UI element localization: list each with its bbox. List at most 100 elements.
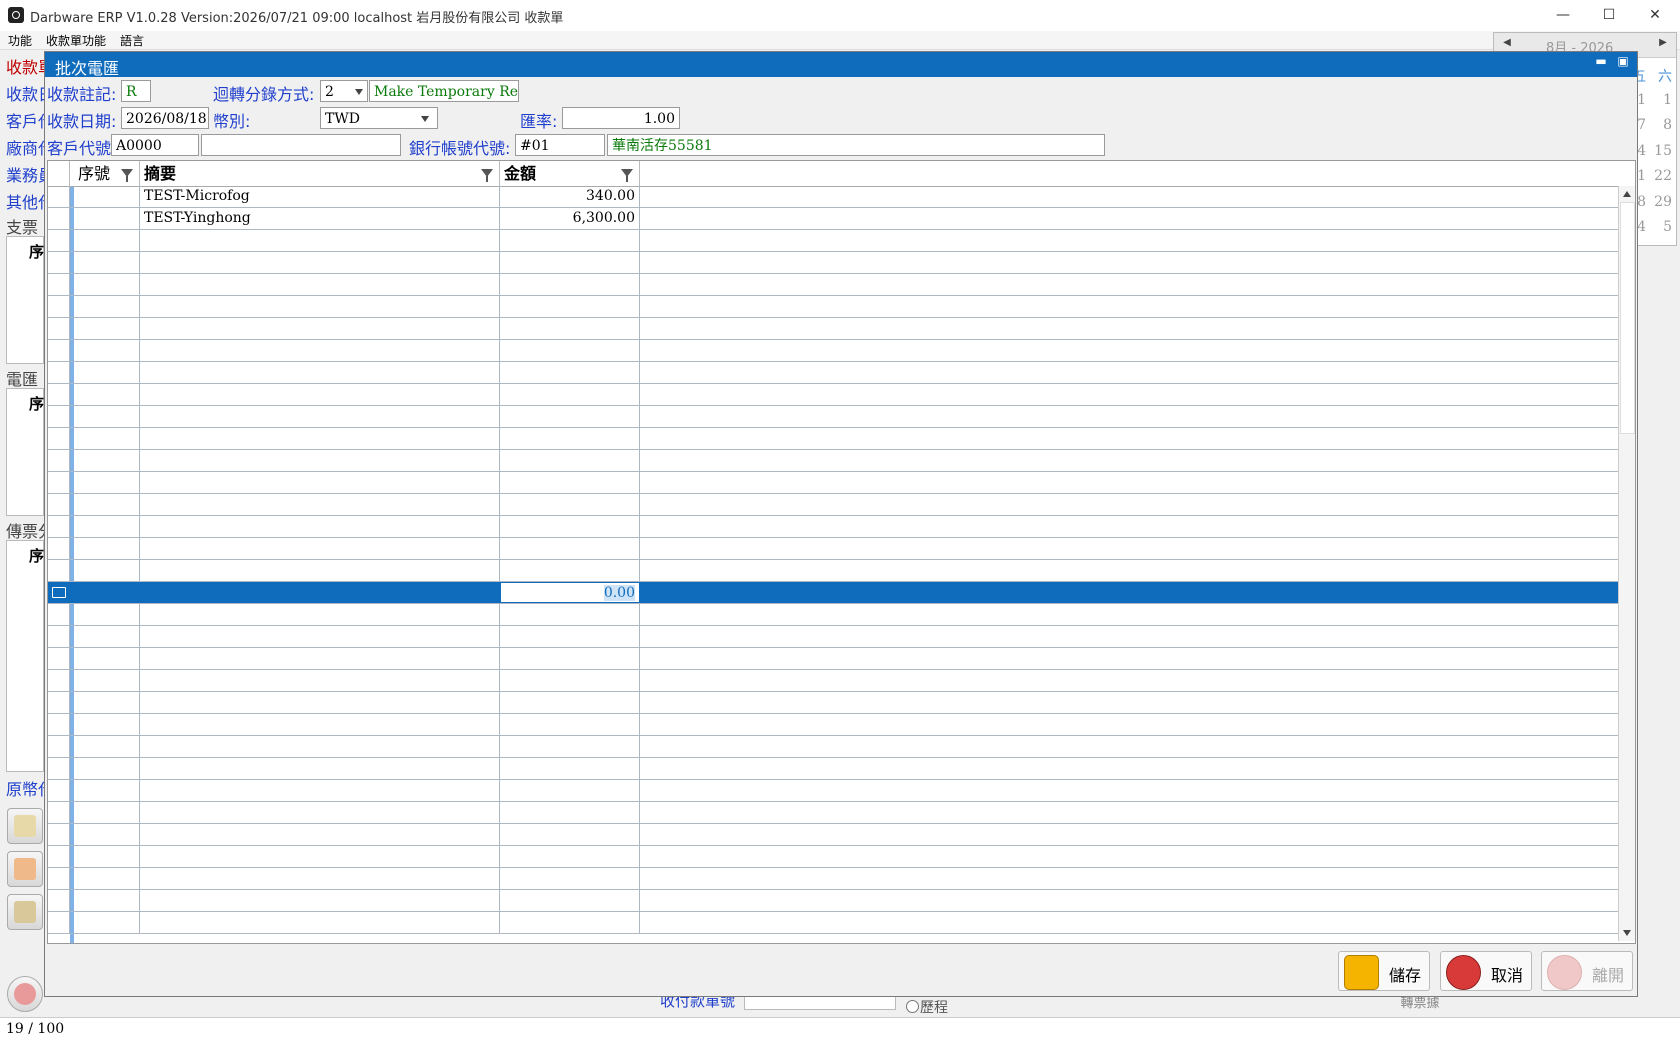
amount-cell[interactable] [500, 472, 640, 493]
row-selector[interactable] [48, 582, 70, 603]
summary-cell[interactable] [140, 428, 500, 449]
table-row[interactable] [48, 604, 1618, 626]
table-row[interactable] [48, 648, 1618, 670]
summary-cell[interactable] [140, 472, 500, 493]
summary-cell[interactable] [140, 494, 500, 515]
table-row[interactable] [48, 472, 1618, 494]
filter-icon[interactable] [481, 169, 493, 182]
table-row[interactable] [48, 362, 1618, 384]
save-button[interactable]: 儲存 [1338, 951, 1430, 991]
amount-cell[interactable] [500, 714, 640, 735]
table-row[interactable] [48, 758, 1618, 780]
row-selector[interactable] [48, 318, 70, 339]
table-row[interactable] [48, 516, 1618, 538]
summary-cell[interactable]: TEST-Yinghong [140, 208, 500, 229]
seq-cell[interactable] [74, 472, 140, 493]
seq-cell[interactable] [74, 582, 140, 603]
summary-cell[interactable] [140, 538, 500, 559]
seq-cell[interactable] [74, 780, 140, 801]
summary-cell[interactable] [140, 296, 500, 317]
row-selector[interactable] [48, 824, 70, 845]
row-selector[interactable] [48, 252, 70, 273]
amount-cell[interactable] [500, 912, 640, 933]
table-row[interactable] [48, 780, 1618, 802]
calendar-next-icon[interactable]: ▶ [1654, 37, 1672, 53]
amount-cell[interactable]: 340.00 [500, 186, 640, 207]
table-row[interactable] [48, 670, 1618, 692]
row-selector[interactable] [48, 758, 70, 779]
seq-cell[interactable] [74, 230, 140, 251]
calendar-day[interactable]: 22 [1642, 168, 1672, 184]
amount-cell[interactable] [500, 846, 640, 867]
summary-cell[interactable] [140, 560, 500, 581]
table-row[interactable] [48, 714, 1618, 736]
amount-cell[interactable] [500, 802, 640, 823]
row-selector[interactable] [48, 846, 70, 867]
table-row[interactable] [48, 318, 1618, 340]
folder-button[interactable] [7, 894, 43, 930]
amount-cell[interactable] [500, 362, 640, 383]
table-row[interactable] [48, 274, 1618, 296]
scrollbar-thumb[interactable] [1620, 202, 1635, 434]
row-selector[interactable] [48, 340, 70, 361]
scroll-up-icon[interactable] [1623, 191, 1631, 197]
row-selector[interactable] [48, 626, 70, 647]
amount-edit-value[interactable]: 0.00 [603, 585, 635, 601]
summary-cell[interactable] [140, 714, 500, 735]
table-row[interactable] [48, 692, 1618, 714]
remark-input[interactable]: R [121, 80, 151, 102]
amount-cell[interactable] [500, 868, 640, 889]
bank-account-input[interactable]: #01 [515, 134, 605, 156]
row-selector[interactable] [48, 780, 70, 801]
table-row[interactable] [48, 450, 1618, 472]
row-selector[interactable] [48, 428, 70, 449]
summary-cell[interactable] [140, 824, 500, 845]
row-selector[interactable] [48, 296, 70, 317]
amount-cell[interactable] [500, 318, 640, 339]
seq-cell[interactable] [74, 494, 140, 515]
row-selector[interactable] [48, 560, 70, 581]
summary-cell[interactable] [140, 780, 500, 801]
summary-cell[interactable] [140, 384, 500, 405]
row-selector[interactable] [48, 912, 70, 933]
seq-cell[interactable] [74, 868, 140, 889]
seq-cell[interactable] [74, 736, 140, 757]
summary-cell[interactable] [140, 890, 500, 911]
minimize-button[interactable]: — [1540, 0, 1586, 31]
table-row[interactable] [48, 252, 1618, 274]
seq-cell[interactable] [74, 538, 140, 559]
seq-cell[interactable] [74, 340, 140, 361]
table-row[interactable] [48, 406, 1618, 428]
amount-cell[interactable] [500, 648, 640, 669]
amount-cell[interactable] [500, 252, 640, 273]
seq-cell[interactable] [74, 626, 140, 647]
summary-cell[interactable] [140, 736, 500, 757]
row-selector[interactable] [48, 494, 70, 515]
flower-tool-button[interactable] [7, 851, 43, 887]
summary-cell[interactable] [140, 582, 500, 603]
calendar-day[interactable]: 1 [1642, 92, 1672, 108]
cancel-button[interactable]: 取消 [1440, 951, 1532, 991]
calendar-day[interactable]: 29 [1642, 194, 1672, 210]
table-row[interactable] [48, 428, 1618, 450]
row-selector[interactable] [48, 692, 70, 713]
amount-cell[interactable]: 0.00 [500, 582, 640, 603]
row-selector[interactable] [48, 736, 70, 757]
row-selector[interactable] [48, 868, 70, 889]
amount-cell[interactable] [500, 758, 640, 779]
filter-icon[interactable] [121, 169, 133, 182]
summary-cell[interactable] [140, 230, 500, 251]
exchange-rate-input[interactable]: 1.00 [562, 107, 680, 129]
amount-cell[interactable] [500, 626, 640, 647]
seq-cell[interactable] [74, 406, 140, 427]
amount-cell[interactable] [500, 428, 640, 449]
seq-cell[interactable] [74, 714, 140, 735]
menu-language[interactable]: 語言 [120, 32, 144, 49]
close-button[interactable]: ✕ [1632, 0, 1678, 31]
amount-cell[interactable] [500, 450, 640, 471]
summary-cell[interactable] [140, 802, 500, 823]
row-selector[interactable] [48, 648, 70, 669]
summary-cell[interactable] [140, 362, 500, 383]
seq-cell[interactable] [74, 560, 140, 581]
column-header-summary[interactable]: 摘要 [140, 161, 500, 186]
